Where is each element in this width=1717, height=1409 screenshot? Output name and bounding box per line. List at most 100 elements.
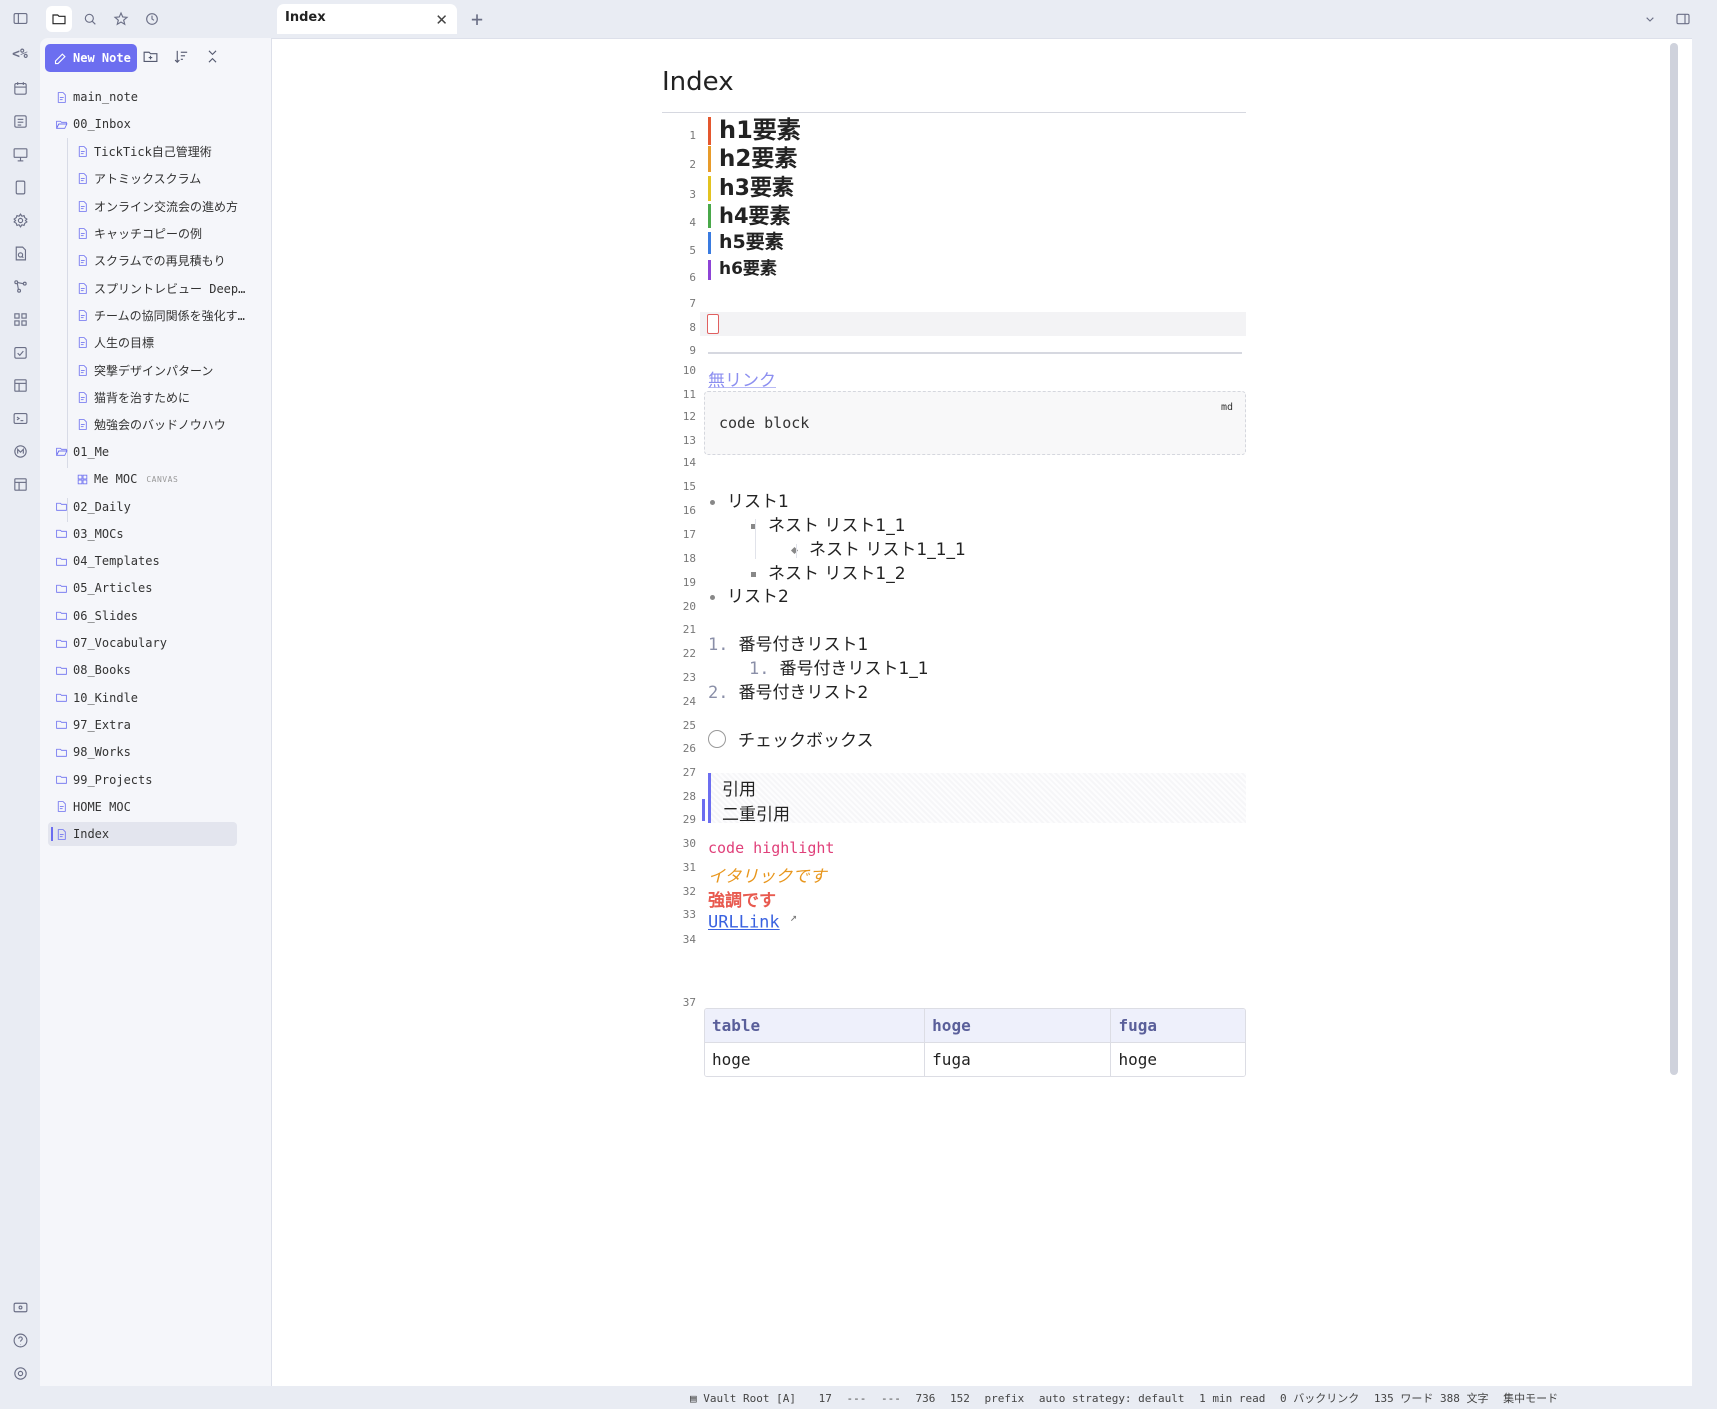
tree-folder[interactable]: 07_Vocabulary	[55, 631, 167, 655]
templater-code-icon[interactable]: <%	[8, 42, 32, 66]
vault-switch-icon[interactable]	[8, 1295, 32, 1319]
tree-folder[interactable]: 10_Kindle	[55, 686, 138, 710]
tree-folder[interactable]: 00_Inbox	[55, 112, 131, 136]
plugin-gear-icon[interactable]	[8, 208, 32, 232]
tree-file[interactable]: スクラムでの再見積もり	[76, 249, 226, 273]
right-sidebar-toggle-icon[interactable]	[1670, 6, 1696, 32]
tab-index[interactable]: Index ✕	[277, 4, 457, 34]
ordered-list-item[interactable]: 1. 番号付きリスト1	[708, 630, 868, 655]
page-title[interactable]: Index	[662, 67, 734, 97]
search-file-icon[interactable]	[8, 241, 32, 265]
settings-gear-icon[interactable]	[8, 1361, 32, 1385]
focus-mode-button[interactable]: 集中モード	[1503, 1392, 1558, 1405]
new-folder-icon[interactable]	[142, 48, 162, 68]
tree-folder[interactable]: 04_Templates	[55, 549, 160, 573]
table-cell[interactable]: hoge	[705, 1043, 924, 1076]
calendar-icon[interactable]	[8, 76, 32, 100]
heading-h1[interactable]: h1要素	[708, 116, 801, 145]
unlinked-mention[interactable]: 無リンク	[708, 366, 776, 391]
list-item[interactable]: リスト1	[710, 487, 789, 512]
kanban-icon[interactable]	[8, 373, 32, 397]
tree-file[interactable]: キャッチコピーの例	[76, 222, 202, 246]
scrollbar[interactable]	[1670, 43, 1678, 1075]
tree-folder[interactable]: 99_Projects	[55, 768, 152, 792]
heading-h5[interactable]: h5要素	[708, 231, 784, 254]
tree-file[interactable]: オンライン交流会の進め方	[76, 194, 238, 218]
tree-file[interactable]: Me MOC CANVAS	[76, 467, 178, 491]
tree-file[interactable]: HOME MOC	[55, 795, 131, 819]
tree-folder[interactable]: 05_Articles	[55, 576, 152, 600]
heading-h6[interactable]: h6要素	[708, 259, 777, 280]
template-icon[interactable]	[8, 472, 32, 496]
table-header-cell[interactable]: fuga	[1110, 1009, 1245, 1042]
tree-file[interactable]: main_note	[55, 85, 138, 109]
status-item[interactable]: ---	[846, 1392, 866, 1405]
tree-folder[interactable]: 08_Books	[55, 658, 131, 682]
table-cell[interactable]: fuga	[924, 1043, 1110, 1076]
tree-file[interactable]: 突撃デザインパターン	[76, 358, 213, 382]
mermaid-icon[interactable]	[8, 439, 32, 463]
url-link-text[interactable]: URLLink	[708, 913, 780, 933]
new-note-button[interactable]: New Note	[45, 44, 137, 72]
heading-h2[interactable]: h2要素	[708, 146, 797, 173]
tree-file[interactable]: チームの協同関係を強化す…	[76, 303, 245, 327]
blockquote[interactable]: 引用 二重引用	[702, 773, 1246, 825]
ordered-list-item[interactable]: 2. 番号付きリスト2	[708, 678, 868, 703]
sort-icon[interactable]	[173, 48, 193, 68]
status-item[interactable]: auto strategy: default	[1039, 1392, 1185, 1405]
search-icon[interactable]	[77, 6, 103, 32]
tree-file[interactable]: Index	[48, 822, 237, 847]
table-header-cell[interactable]: table	[705, 1009, 924, 1042]
tree-file[interactable]: TickTick自己管理術	[76, 140, 212, 164]
close-icon[interactable]: ✕	[435, 11, 448, 29]
tree-file[interactable]: 猫背を治すために	[76, 385, 190, 409]
status-item[interactable]: 17	[819, 1392, 832, 1405]
vault-indicator[interactable]: ▤ Vault Root [A]	[690, 1392, 804, 1405]
table-cell[interactable]: hoge	[1110, 1043, 1245, 1076]
tree-folder[interactable]: 97_Extra	[55, 713, 131, 737]
status-item[interactable]: 152	[950, 1392, 970, 1405]
tree-folder[interactable]: 98_Works	[55, 740, 131, 764]
heading-h3[interactable]: h3要素	[708, 176, 794, 202]
list-item[interactable]: ネスト リスト1_1_1	[790, 535, 966, 560]
active-line[interactable]	[700, 312, 1246, 336]
status-item[interactable]: ---	[881, 1392, 901, 1405]
graph-view-icon[interactable]	[8, 274, 32, 298]
status-item[interactable]: 0 バックリンク	[1280, 1392, 1359, 1405]
heading-h4[interactable]: h4要素	[708, 204, 791, 229]
markdown-table[interactable]: table hoge fuga hoge fuga hoge	[704, 1008, 1246, 1077]
tree-file[interactable]: 勉強会のバッドノウハウ	[76, 413, 226, 437]
tree-file[interactable]: スプリントレビュー Deep…	[76, 276, 245, 300]
tablet-icon[interactable]	[8, 175, 32, 199]
new-tab-plus-icon[interactable]: +	[464, 6, 490, 32]
terminal-icon[interactable]	[8, 406, 32, 430]
dashboard-icon[interactable]	[8, 307, 32, 331]
status-item[interactable]: 736	[915, 1392, 935, 1405]
list-item[interactable]: ネスト リスト1_1	[751, 511, 906, 536]
tree-folder[interactable]: 01_Me	[55, 440, 109, 464]
list-item[interactable]: ネスト リスト1_2	[751, 559, 906, 584]
ordered-list-item[interactable]: 1. 番号付きリスト1_1	[749, 654, 929, 679]
task-calendar-icon[interactable]	[8, 340, 32, 364]
sidebar-toggle-icon[interactable]	[8, 6, 32, 30]
tree-folder[interactable]: 03_MOCs	[55, 522, 124, 546]
checkbox[interactable]	[708, 729, 726, 748]
tree-folder[interactable]: 02_Daily	[55, 495, 131, 519]
bookmark-star-icon[interactable]	[108, 6, 134, 32]
tree-folder[interactable]: 06_Slides	[55, 604, 138, 628]
status-item[interactable]: prefix	[984, 1392, 1024, 1405]
list-icon[interactable]	[8, 109, 32, 133]
table-header-cell[interactable]: hoge	[924, 1009, 1110, 1042]
status-item[interactable]: 135 ワード 388 文字	[1374, 1392, 1489, 1405]
chevron-down-icon[interactable]	[1637, 6, 1663, 32]
tree-file[interactable]: アトミックスクラム	[76, 167, 201, 191]
tree-file[interactable]: 人生の目標	[76, 331, 154, 355]
file-explorer-tab-icon[interactable]	[46, 6, 72, 32]
url-link[interactable]: URLLink ↗	[708, 910, 797, 933]
status-item[interactable]: 1 min read	[1199, 1392, 1265, 1405]
recent-clock-icon[interactable]	[139, 6, 165, 32]
collapse-all-icon[interactable]	[204, 48, 224, 68]
help-icon[interactable]	[8, 1328, 32, 1352]
presentation-icon[interactable]	[8, 142, 32, 166]
code-block[interactable]: md code block	[704, 391, 1246, 455]
